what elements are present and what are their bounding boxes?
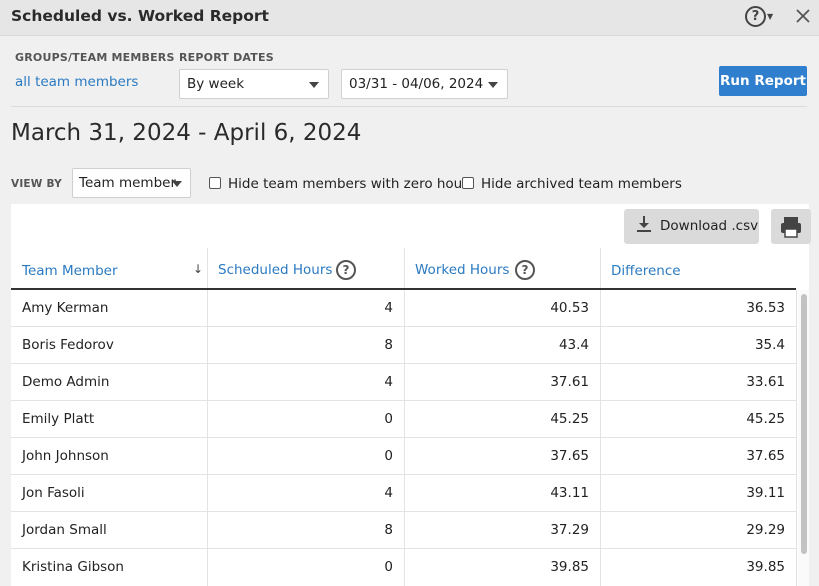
close-icon	[796, 9, 810, 23]
help-icon: ?	[745, 6, 766, 27]
caret-down-icon: ▼	[767, 12, 774, 21]
cell-name: Jordan Small	[22, 522, 107, 538]
column-divider	[600, 290, 601, 586]
cell-name: Boris Fedorov	[22, 337, 114, 353]
cell-difference: 35.4	[754, 337, 785, 353]
column-header-scheduled-hours[interactable]: Scheduled Hours ?	[208, 248, 404, 290]
column-divider	[796, 290, 797, 586]
view-by-label: VIEW BY	[11, 178, 62, 190]
report-heading: March 31, 2024 - April 6, 2024	[11, 120, 362, 146]
view-by-value: Team member	[79, 175, 177, 191]
cell-scheduled: 4	[384, 300, 393, 316]
cell-scheduled: 0	[384, 559, 393, 575]
download-label: Download .csv	[660, 218, 759, 234]
cell-name: Emily Platt	[22, 411, 95, 427]
period-select[interactable]: By week	[179, 69, 329, 99]
cell-name: Jon Fasoli	[22, 485, 85, 501]
cell-difference: 36.53	[746, 300, 785, 316]
chevron-down-icon	[172, 181, 182, 187]
report-dates-label: REPORT DATES	[179, 51, 274, 64]
cell-scheduled: 8	[384, 522, 393, 538]
hide-zero-label[interactable]: Hide team members with zero hours	[228, 176, 475, 192]
period-value: By week	[187, 76, 245, 92]
cell-scheduled: 4	[384, 374, 393, 390]
cell-difference: 45.25	[746, 411, 785, 427]
column-divider	[207, 290, 208, 586]
cell-difference: 29.29	[746, 522, 785, 538]
date-range-select[interactable]: 03/31 - 04/06, 2024	[341, 69, 508, 99]
title-bar: Scheduled vs. Worked Report ? ▼	[0, 0, 819, 36]
run-report-button[interactable]: Run Report	[719, 66, 807, 96]
help-menu-button[interactable]: ? ▼	[745, 6, 775, 28]
cell-worked: 37.29	[550, 522, 589, 538]
groups-link[interactable]: all team members	[15, 74, 138, 90]
cell-difference: 39.11	[746, 485, 785, 501]
print-icon	[781, 217, 801, 238]
groups-label: GROUPS/TEAM MEMBERS	[15, 51, 175, 64]
cell-name: Demo Admin	[22, 374, 110, 390]
download-icon	[637, 216, 651, 232]
chevron-down-icon	[309, 82, 319, 88]
cell-name: John Johnson	[22, 448, 109, 464]
scrollbar-thumb[interactable]	[801, 294, 807, 554]
chevron-down-icon	[488, 82, 498, 88]
cell-scheduled: 0	[384, 448, 393, 464]
cell-scheduled: 4	[384, 485, 393, 501]
cell-scheduled: 8	[384, 337, 393, 353]
hide-archived-label[interactable]: Hide archived team members	[481, 176, 682, 192]
hide-archived-checkbox[interactable]	[462, 177, 474, 189]
download-csv-button[interactable]: Download .csv	[624, 209, 759, 244]
cell-worked: 37.65	[550, 448, 589, 464]
date-range-value: 03/31 - 04/06, 2024	[349, 76, 484, 92]
cell-difference: 39.85	[746, 559, 785, 575]
cell-worked: 40.53	[550, 300, 589, 316]
view-by-select[interactable]: Team member	[72, 168, 191, 198]
cell-name: Kristina Gibson	[22, 559, 124, 575]
cell-worked: 37.61	[550, 374, 589, 390]
cell-worked: 43.4	[558, 337, 589, 353]
column-divider	[404, 290, 405, 586]
cell-name: Amy Kerman	[22, 300, 109, 316]
report-table-panel: Download .csv Team Member ↓ Scheduled Ho…	[11, 204, 811, 586]
window-title: Scheduled vs. Worked Report	[11, 7, 269, 25]
cell-worked: 45.25	[550, 411, 589, 427]
cell-scheduled: 0	[384, 411, 393, 427]
help-icon[interactable]: ?	[336, 260, 356, 280]
cell-difference: 33.61	[746, 374, 785, 390]
cell-worked: 43.11	[550, 485, 589, 501]
help-icon[interactable]: ?	[515, 260, 535, 280]
cell-worked: 39.85	[550, 559, 589, 575]
print-button[interactable]	[771, 209, 811, 244]
column-header-worked-hours[interactable]: Worked Hours ?	[405, 248, 601, 290]
close-button[interactable]	[794, 7, 812, 25]
column-header-team-member[interactable]: Team Member ↓	[11, 248, 207, 290]
cell-difference: 37.65	[746, 448, 785, 464]
column-header-difference[interactable]: Difference	[601, 248, 796, 290]
sort-arrow-icon: ↓	[193, 262, 204, 276]
hide-zero-checkbox[interactable]	[209, 177, 221, 189]
divider	[11, 106, 807, 107]
